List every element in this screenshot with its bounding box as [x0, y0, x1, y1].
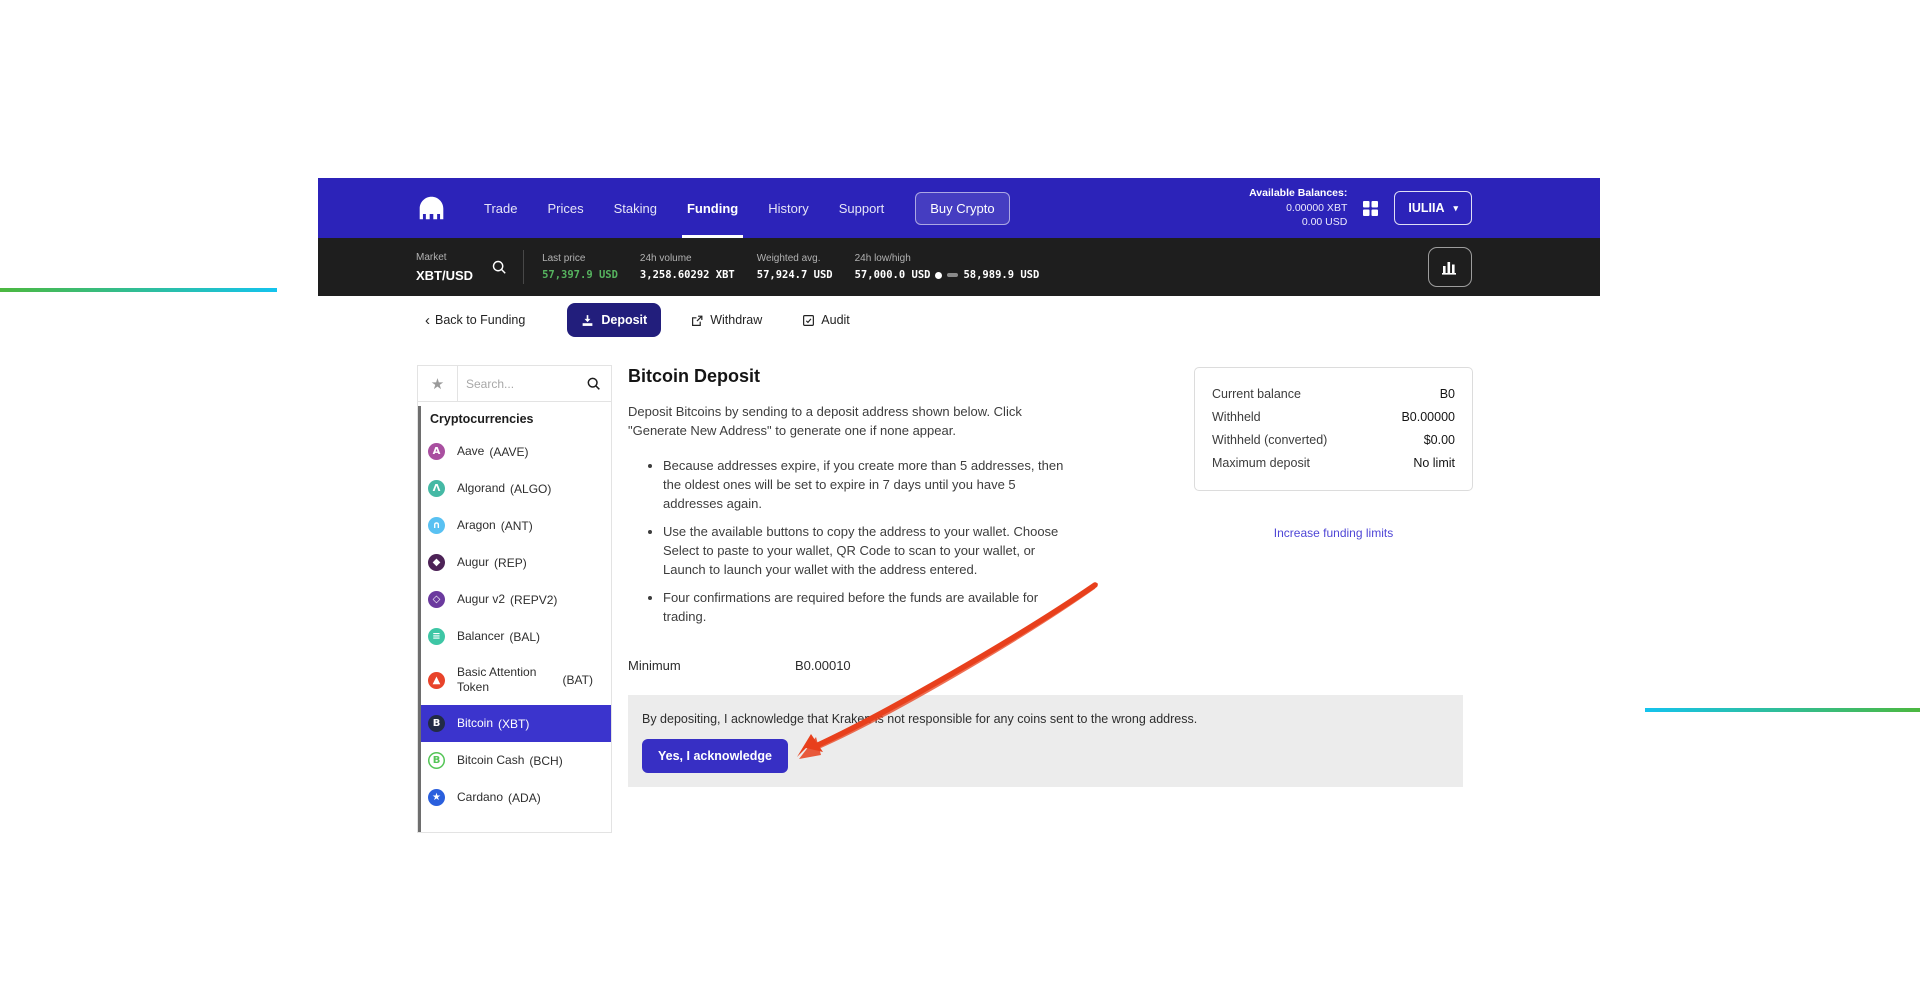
market-label: Market: [416, 252, 473, 263]
deposit-instructions: Because addresses expire, if you create …: [628, 456, 1078, 626]
last-price-value: 57,397.9 USD: [542, 269, 618, 281]
buy-crypto-button[interactable]: Buy Crypto: [915, 192, 1009, 225]
aragon-icon: ∩: [428, 517, 445, 534]
apps-grid-icon[interactable]: [1362, 200, 1379, 217]
bitcoin-cash-icon: B: [428, 752, 445, 769]
user-menu-button[interactable]: IULIIA ▾: [1394, 191, 1472, 225]
card-row-current-balance: Current balance B0: [1212, 383, 1455, 406]
aave-icon: A: [428, 443, 445, 460]
chevron-left-icon: ‹: [425, 313, 430, 328]
stat-weighted-avg: Weighted avg. 57,924.7 USD: [757, 253, 833, 281]
coin-aave[interactable]: A Aave (AAVE): [418, 433, 611, 470]
nav-item-history[interactable]: History: [753, 178, 823, 238]
coin-basic-attention-token[interactable]: ▲ Basic Attention Token (BAT): [418, 655, 611, 705]
stat-low-high: 24h low/high 57,000.0 USD 58,989.9 USD: [855, 253, 1040, 281]
balancer-icon: ≡: [428, 628, 445, 645]
augur-v2-icon: ◇: [428, 591, 445, 608]
nav-item-funding[interactable]: Funding: [672, 178, 753, 238]
coin-augur[interactable]: ◆ Augur (REP): [418, 544, 611, 581]
funding-tabs: ‹ Back to Funding Deposit Withdraw: [425, 302, 850, 338]
decorative-gradient-line-right: [1645, 708, 1920, 712]
sidebar-scrollbar[interactable]: [418, 406, 421, 832]
balance-usd: 0.00 USD: [1249, 215, 1347, 230]
low-value: 57,000.0 USD: [855, 269, 931, 281]
nav-links: Trade Prices Staking Funding History Sup…: [469, 178, 899, 238]
deposit-intro: Deposit Bitcoins by sending to a deposit…: [628, 402, 1058, 440]
algorand-icon: Λ: [428, 480, 445, 497]
balance-xbt: 0.00000 XBT: [1249, 201, 1347, 216]
coin-augur-v2[interactable]: ◇ Augur v2 (REPV2): [418, 581, 611, 618]
bar-chart-icon: [1440, 258, 1460, 276]
acknowledgment-box: By depositing, I acknowledge that Kraken…: [628, 695, 1463, 787]
favorites-star-icon[interactable]: ★: [418, 366, 458, 401]
increase-funding-limits-link[interactable]: Increase funding limits: [1194, 526, 1473, 540]
tab-withdraw[interactable]: Withdraw: [691, 313, 762, 327]
cardano-icon: ★: [428, 789, 445, 806]
acknowledge-button[interactable]: Yes, I acknowledge: [642, 739, 788, 773]
coin-bitcoin-cash[interactable]: B Bitcoin Cash (BCH): [418, 742, 611, 779]
deposit-download-icon: [581, 314, 594, 327]
kraken-logo-icon[interactable]: [418, 195, 445, 221]
coin-balancer[interactable]: ≡ Balancer (BAL): [418, 618, 611, 655]
range-dot-icon: [935, 272, 942, 279]
tab-audit[interactable]: Audit: [802, 313, 850, 327]
bitcoin-icon: B: [428, 715, 445, 732]
weighted-avg-value: 57,924.7 USD: [757, 269, 833, 281]
pair-value: XBT/USD: [416, 268, 473, 283]
nav-item-staking[interactable]: Staking: [599, 178, 672, 238]
stat-last-price: Last price 57,397.9 USD: [542, 253, 618, 281]
nav-item-trade[interactable]: Trade: [469, 178, 532, 238]
market-search-icon[interactable]: [491, 259, 507, 275]
high-value: 58,989.9 USD: [963, 269, 1039, 281]
tab-deposit[interactable]: Deposit: [567, 303, 661, 337]
decorative-gradient-line-left: [0, 288, 277, 292]
card-row-withheld-converted: Withheld (converted) $0.00: [1212, 429, 1455, 452]
range-dash-icon: [947, 273, 958, 277]
back-to-funding-link[interactable]: ‹ Back to Funding: [425, 313, 525, 328]
asset-sidebar: ★ Cryptocurrencies A Aave (AAVE): [417, 365, 612, 833]
instruction-item: Use the available buttons to copy the ad…: [663, 522, 1078, 579]
page-title: Bitcoin Deposit: [628, 366, 1104, 387]
volume-value: 3,258.60292 XBT: [640, 269, 735, 281]
deposit-main: Bitcoin Deposit Deposit Bitcoins by send…: [628, 366, 1104, 673]
bat-icon: ▲: [428, 672, 445, 689]
market-ticker-bar: Market XBT/USD Last price 57,397.9 USD 2…: [318, 238, 1600, 296]
minimum-value: B0.00010: [795, 658, 851, 673]
kraken-app: Trade Prices Staking Funding History Sup…: [318, 178, 1600, 1008]
content-area: ‹ Back to Funding Deposit Withdraw: [318, 296, 1600, 1008]
balance-card: Current balance B0 Withheld B0.00000 Wit…: [1194, 367, 1473, 491]
coin-list: A Aave (AAVE) Λ Algorand (ALGO) ∩ Aragon…: [418, 433, 611, 816]
instruction-item: Because addresses expire, if you create …: [663, 456, 1078, 513]
card-row-withheld: Withheld B0.00000: [1212, 406, 1455, 429]
augur-icon: ◆: [428, 554, 445, 571]
market-pair[interactable]: Market XBT/USD: [416, 252, 473, 283]
available-balances: Available Balances: 0.00000 XBT 0.00 USD: [1249, 186, 1347, 230]
asset-search-row: ★: [418, 366, 611, 402]
chart-toggle-button[interactable]: [1428, 247, 1472, 287]
instruction-item: Four confirmations are required before t…: [663, 588, 1078, 626]
divider: [523, 250, 524, 284]
chevron-down-icon: ▾: [1453, 203, 1458, 214]
audit-checkbox-icon: [802, 314, 815, 327]
top-nav: Trade Prices Staking Funding History Sup…: [318, 178, 1600, 238]
coin-cardano[interactable]: ★ Cardano (ADA): [418, 779, 611, 816]
search-icon[interactable]: [586, 376, 611, 391]
page: Trade Prices Staking Funding History Sup…: [0, 0, 1920, 1008]
nav-item-support[interactable]: Support: [824, 178, 900, 238]
nav-right: Available Balances: 0.00000 XBT 0.00 USD…: [1249, 186, 1472, 230]
asset-search-input[interactable]: [458, 377, 586, 391]
withdraw-external-icon: [691, 314, 704, 327]
stat-volume: 24h volume 3,258.60292 XBT: [640, 253, 735, 281]
balances-title: Available Balances:: [1249, 186, 1347, 201]
minimum-row: Minimum B0.00010: [628, 658, 1104, 673]
coin-algorand[interactable]: Λ Algorand (ALGO): [418, 470, 611, 507]
user-name: IULIIA: [1408, 201, 1444, 215]
coin-aragon[interactable]: ∩ Aragon (ANT): [418, 507, 611, 544]
nav-item-prices[interactable]: Prices: [532, 178, 598, 238]
coin-bitcoin-selected[interactable]: B Bitcoin (XBT): [418, 705, 611, 742]
cryptocurrencies-header: Cryptocurrencies: [430, 412, 599, 426]
minimum-label: Minimum: [628, 658, 795, 673]
card-row-maximum-deposit: Maximum deposit No limit: [1212, 452, 1455, 475]
acknowledgment-text: By depositing, I acknowledge that Kraken…: [642, 712, 1449, 726]
